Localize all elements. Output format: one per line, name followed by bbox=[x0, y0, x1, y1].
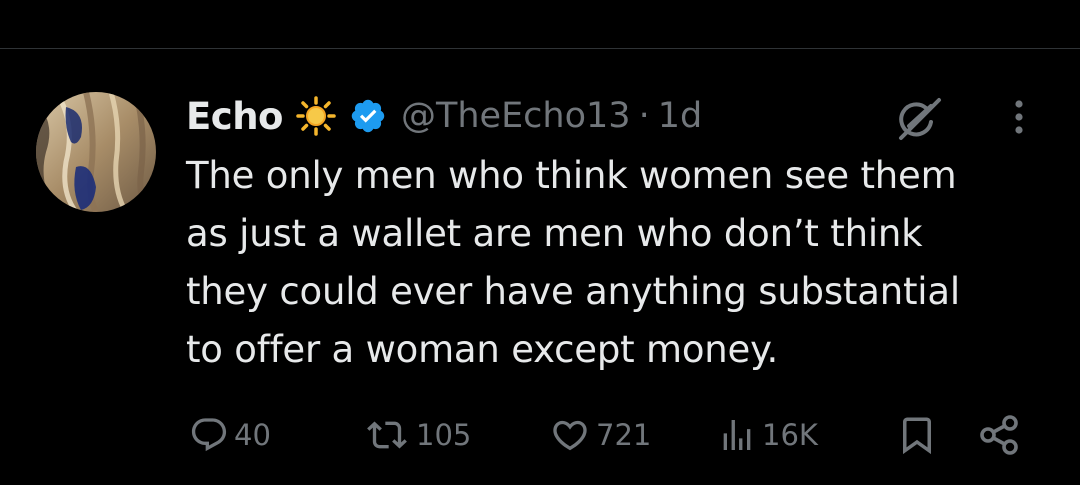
repost-count: 105 bbox=[416, 418, 472, 452]
avatar[interactable] bbox=[36, 92, 156, 212]
avatar-image bbox=[36, 92, 156, 212]
display-name[interactable]: Echo bbox=[186, 95, 283, 138]
tweet-text-line: to offer a woman except money. bbox=[186, 328, 779, 371]
top-divider bbox=[0, 48, 1080, 49]
share-icon bbox=[980, 415, 1018, 455]
author-handle[interactable]: @TheEcho13 bbox=[401, 96, 631, 136]
like-count: 721 bbox=[596, 418, 652, 452]
reply-button[interactable]: 40 bbox=[188, 412, 271, 458]
views-icon bbox=[723, 420, 751, 450]
tweet-text: The only men who think women see them as… bbox=[186, 147, 1056, 379]
repost-button[interactable]: 105 bbox=[362, 412, 471, 458]
timestamp[interactable]: 1d bbox=[658, 96, 703, 136]
views-button[interactable]: 16K bbox=[716, 412, 818, 458]
tweet-text-line: The only men who think women see them bbox=[186, 154, 957, 197]
more-options-icon[interactable] bbox=[1004, 96, 1034, 140]
views-count: 16K bbox=[762, 418, 818, 452]
bookmark-icon bbox=[903, 417, 931, 455]
share-button[interactable] bbox=[978, 412, 1022, 458]
repost-icon bbox=[367, 421, 407, 449]
tweet-header: Echo @TheEcho13 · 1d bbox=[186, 90, 702, 142]
separator-dot: · bbox=[638, 96, 650, 136]
reply-count: 40 bbox=[234, 418, 271, 452]
tweet-text-line: as just a wallet are men who don’t think bbox=[186, 212, 923, 255]
sun-emoji bbox=[295, 95, 337, 137]
tweet-text-line: they could ever have anything substantia… bbox=[186, 270, 960, 313]
grok-icon[interactable] bbox=[893, 96, 943, 142]
reply-icon bbox=[191, 418, 227, 452]
bookmark-button[interactable] bbox=[896, 412, 938, 458]
like-button[interactable]: 721 bbox=[548, 412, 651, 458]
like-icon bbox=[553, 420, 587, 451]
verified-badge-icon[interactable] bbox=[349, 97, 387, 135]
